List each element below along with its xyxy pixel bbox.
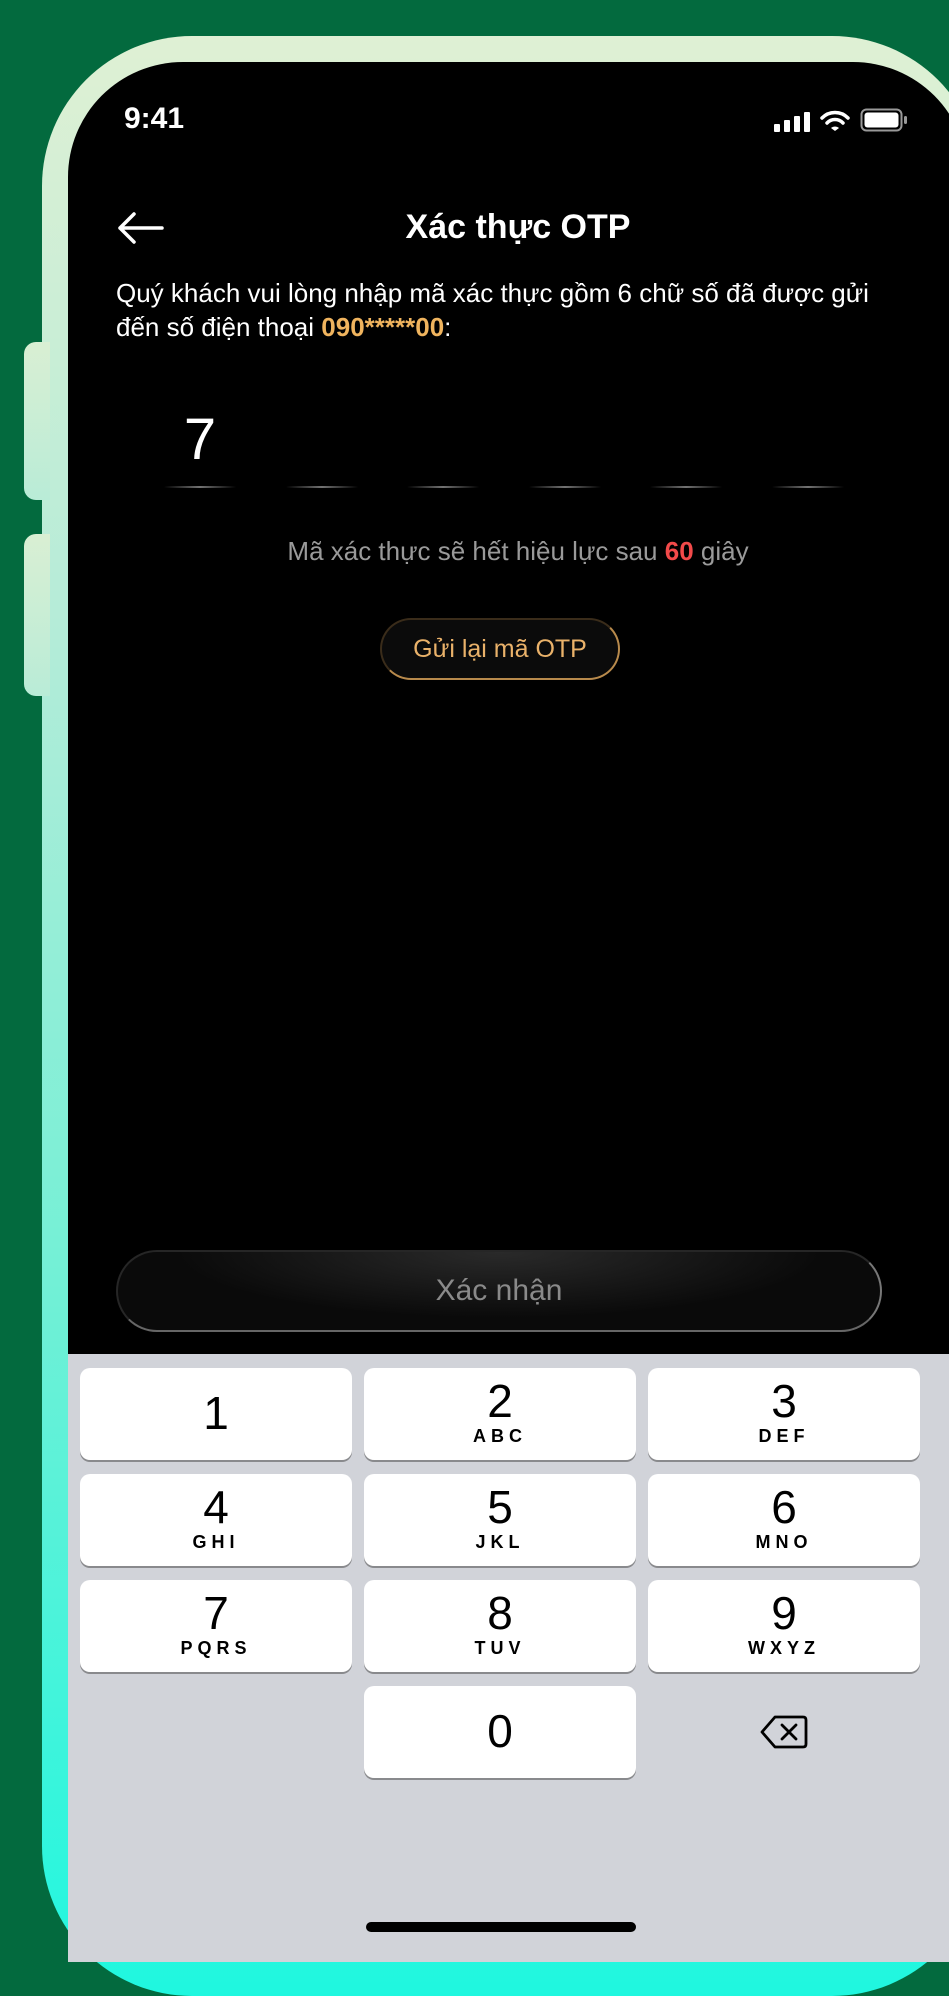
expiry-prefix: Mã xác thực sẽ hết hiệu lực sau bbox=[287, 536, 665, 566]
key-letters: ABC bbox=[473, 1426, 527, 1446]
key-4[interactable]: 4 GHI bbox=[80, 1474, 352, 1566]
key-number: 1 bbox=[203, 1387, 229, 1439]
key-letters: GHI bbox=[192, 1532, 240, 1552]
status-icons bbox=[774, 108, 908, 132]
otp-underline bbox=[528, 486, 601, 488]
status-time: 9:41 bbox=[124, 102, 185, 135]
otp-underline bbox=[771, 486, 844, 488]
key-number: 4 bbox=[203, 1481, 229, 1533]
key-2[interactable]: 2 ABC bbox=[364, 1368, 636, 1460]
phone-screen: 9:41 Xác thực OTP Quý khách vui lòng nhậ… bbox=[68, 62, 949, 1962]
otp-input-row[interactable]: 7 bbox=[164, 398, 844, 488]
key-0[interactable]: 0 bbox=[364, 1686, 636, 1778]
key-number: 9 bbox=[771, 1587, 797, 1639]
key-letters: MNO bbox=[755, 1532, 813, 1552]
expiry-suffix: giây bbox=[693, 536, 749, 566]
delete-key[interactable] bbox=[648, 1686, 920, 1778]
otp-underline bbox=[285, 486, 358, 488]
resend-otp-button[interactable]: Gửi lại mã OTP bbox=[380, 618, 620, 680]
key-number: 6 bbox=[771, 1481, 797, 1533]
home-indicator[interactable] bbox=[366, 1922, 636, 1932]
key-letters: PQRS bbox=[180, 1638, 252, 1658]
countdown-seconds: 60 bbox=[664, 536, 694, 566]
key-number: 8 bbox=[487, 1587, 513, 1639]
key-number: 0 bbox=[487, 1705, 513, 1757]
delete-icon bbox=[760, 1715, 808, 1749]
otp-expiry-notice: Mã xác thực sẽ hết hiệu lực sau 60 giây bbox=[68, 536, 949, 567]
key-letters: DEF bbox=[758, 1426, 810, 1446]
otp-cell-4[interactable] bbox=[528, 398, 601, 488]
otp-cell-5[interactable] bbox=[650, 398, 723, 488]
key-6[interactable]: 6 MNO bbox=[648, 1474, 920, 1566]
key-letters: TUV bbox=[474, 1638, 526, 1658]
confirm-button[interactable]: Xác nhận bbox=[116, 1250, 882, 1332]
signal-icon bbox=[774, 112, 810, 132]
numeric-keypad: 1 2 ABC 3 DEF 4 GHI 5 JKL 6 MNO 7 PQRS 8 TUV 9W… bbox=[68, 1354, 949, 1962]
otp-cell-1[interactable]: 7 bbox=[164, 398, 236, 488]
key-8[interactable]: 8 TUV bbox=[364, 1580, 636, 1672]
masked-phone-number: 090*****00 bbox=[321, 312, 445, 342]
key-5[interactable]: 5 JKL bbox=[364, 1474, 636, 1566]
key-number: 3 bbox=[771, 1375, 797, 1427]
key-number: 2 bbox=[487, 1375, 513, 1427]
side-button-upper bbox=[24, 342, 50, 500]
key-3[interactable]: 3 DEF bbox=[648, 1368, 920, 1460]
instruction-suffix: : bbox=[444, 312, 452, 342]
otp-underline bbox=[650, 486, 723, 488]
otp-underline bbox=[164, 486, 236, 488]
side-button-lower bbox=[24, 534, 50, 696]
otp-cell-2[interactable] bbox=[285, 398, 358, 488]
key-number: 7 bbox=[203, 1587, 229, 1639]
otp-instruction: Quý khách vui lòng nhập mã xác thực gồm … bbox=[116, 276, 916, 344]
otp-underline bbox=[407, 486, 480, 488]
key-number: 5 bbox=[487, 1481, 513, 1533]
otp-cell-3[interactable] bbox=[407, 398, 480, 488]
page-title: Xác thực OTP bbox=[405, 208, 631, 246]
otp-cell-6[interactable] bbox=[771, 398, 844, 488]
key-letters: WXYZ bbox=[748, 1638, 820, 1658]
instruction-text: Quý khách vui lòng nhập mã xác thực gồm … bbox=[116, 278, 869, 342]
key-letters: JKL bbox=[475, 1532, 525, 1552]
key-9[interactable]: 9 WXYZ bbox=[648, 1580, 920, 1672]
wifi-icon bbox=[820, 110, 850, 131]
key-7[interactable]: 7 PQRS bbox=[80, 1580, 352, 1672]
key-1[interactable]: 1 bbox=[80, 1368, 352, 1460]
battery-icon bbox=[860, 108, 907, 132]
otp-digit: 7 bbox=[183, 407, 217, 472]
